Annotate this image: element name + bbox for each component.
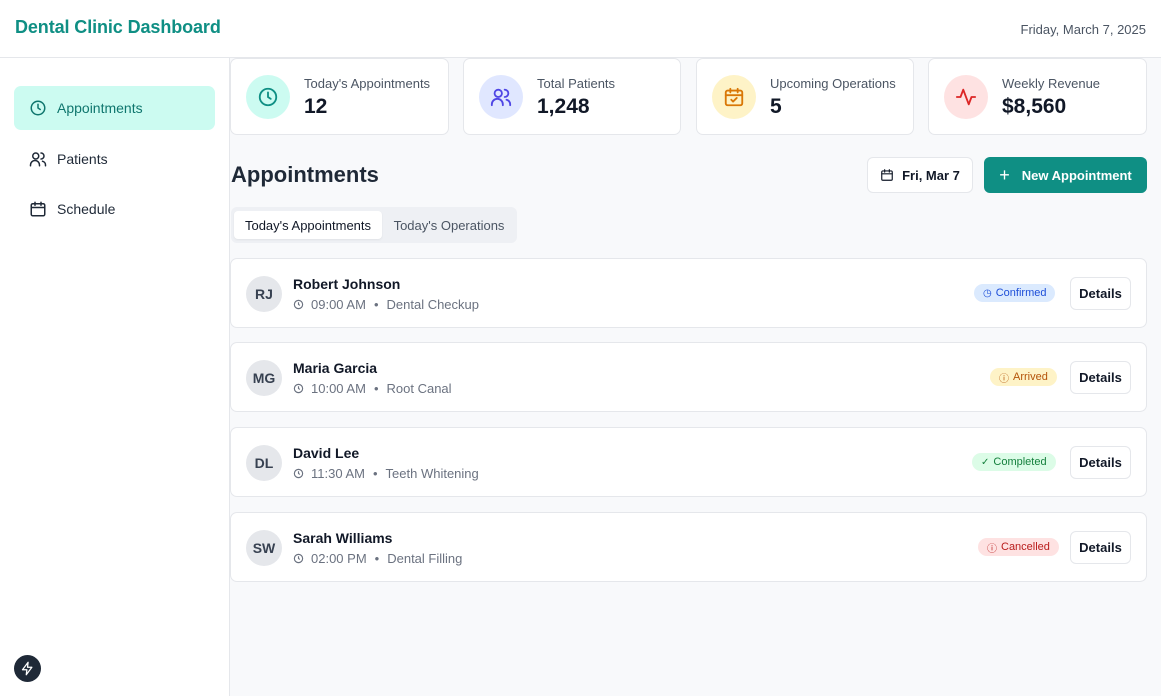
appointment-meta: 11:30 AM • Teeth Whitening (293, 466, 479, 481)
stat-value: $8,560 (1002, 95, 1067, 118)
check-icon: ✓ (981, 456, 990, 468)
lightning-icon[interactable] (14, 655, 41, 682)
clock-icon (293, 468, 304, 479)
calendar-icon (881, 169, 893, 181)
status-badge: ⓘ Arrived (990, 368, 1057, 386)
sidebar-item-label: Appointments (57, 100, 143, 116)
appointment-meta: 10:00 AM • Root Canal (293, 381, 452, 396)
status-label: Completed (993, 456, 1047, 468)
stat-card-patients: Total Patients 1,248 (463, 58, 681, 135)
appointment-time: 10:00 AM (311, 381, 366, 396)
appointment-service: Dental Filling (387, 551, 463, 566)
tab-todays-appointments[interactable]: Today's Appointments (234, 211, 382, 239)
clock-icon (29, 99, 47, 117)
stat-label: Today's Appointments (304, 76, 431, 91)
date-picker-button[interactable]: Fri, Mar 7 (867, 157, 973, 193)
avatar: SW (246, 530, 282, 566)
appointment-time: 09:00 AM (311, 297, 366, 312)
page-title: Appointments (231, 162, 379, 187)
new-button-label: New Appointment (1021, 167, 1132, 183)
sidebar-item-label: Patients (57, 151, 108, 167)
stat-card-appointments: Today's Appointments 12 (230, 58, 449, 135)
sidebar-item-appointments[interactable]: Appointments (14, 86, 215, 130)
users-icon (479, 75, 523, 119)
sidebar-item-patients[interactable]: Patients (14, 137, 215, 181)
alert-icon: ⓘ (999, 373, 1009, 385)
calendar-check-icon (712, 75, 756, 119)
status-badge: ◷ Confirmed (974, 284, 1056, 302)
appointment-service: Dental Checkup (386, 297, 480, 312)
details-button[interactable]: Details (1070, 277, 1131, 310)
clock-icon (246, 75, 290, 119)
current-date: Friday, March 7, 2025 (1020, 22, 1146, 37)
stat-label: Total Patients (537, 76, 616, 91)
patient-name: David Lee (293, 445, 360, 461)
clock-icon (293, 553, 304, 564)
activity-icon (944, 75, 988, 119)
patient-name: Maria Garcia (293, 360, 378, 376)
clock-icon (293, 383, 304, 394)
appointment-row: DL David Lee 11:30 AM • Teeth Whitening … (230, 427, 1147, 497)
sidebar-item-schedule[interactable]: Schedule (14, 187, 215, 231)
app-title: Dental Clinic Dashboard (15, 17, 221, 37)
plus-icon: + (999, 165, 1010, 185)
appointment-time: 02:00 PM (311, 551, 367, 566)
details-button[interactable]: Details (1070, 446, 1131, 479)
patient-name: Robert Johnson (293, 276, 401, 292)
status-label: Confirmed (995, 287, 1047, 299)
status-badge: ✓ Completed (972, 453, 1056, 471)
patient-name: Sarah Williams (293, 530, 393, 546)
stat-card-revenue: Weekly Revenue $8,560 (928, 58, 1147, 135)
sidebar-item-label: Schedule (57, 201, 116, 217)
avatar: RJ (246, 276, 282, 312)
appointment-meta: 02:00 PM • Dental Filling (293, 551, 462, 566)
x-circle-icon: ⓘ (987, 543, 997, 555)
top-bar: Dental Clinic Dashboard Friday, March 7,… (0, 0, 1161, 58)
stat-label: Upcoming Operations (770, 76, 896, 91)
stat-value: 1,248 (537, 95, 590, 118)
status-label: Cancelled (1001, 541, 1050, 553)
appointment-row: MG Maria Garcia 10:00 AM • Root Canal ⓘ … (230, 342, 1147, 412)
stat-value: 12 (304, 95, 328, 118)
stat-label: Weekly Revenue (1002, 76, 1101, 91)
clock-icon (293, 299, 304, 310)
stat-value: 5 (770, 95, 782, 118)
avatar: MG (246, 360, 282, 396)
sidebar: Appointments Patients Schedule (0, 58, 230, 696)
stat-card-operations: Upcoming Operations 5 (696, 58, 914, 135)
new-appointment-button[interactable]: + New Appointment (984, 157, 1147, 193)
status-label: Arrived (1013, 371, 1048, 383)
appointment-row: SW Sarah Williams 02:00 PM • Dental Fill… (230, 512, 1147, 582)
appointment-time: 11:30 AM (311, 466, 365, 481)
date-button-label: Fri, Mar 7 (902, 167, 960, 183)
details-button[interactable]: Details (1070, 531, 1131, 564)
tab-todays-operations[interactable]: Today's Operations (384, 211, 514, 239)
avatar: DL (246, 445, 282, 481)
appointment-row: RJ Robert Johnson 09:00 AM • Dental Chec… (230, 258, 1147, 328)
tabs: Today's Appointments Today's Operations (231, 207, 517, 243)
status-badge: ⓘ Cancelled (978, 538, 1059, 556)
calendar-icon (29, 200, 47, 218)
appointment-service: Root Canal (386, 381, 452, 396)
clock-icon: ◷ (983, 287, 992, 299)
details-button[interactable]: Details (1070, 361, 1131, 394)
users-icon (29, 150, 47, 168)
appointment-service: Teeth Whitening (385, 466, 479, 481)
appointment-meta: 09:00 AM • Dental Checkup (293, 297, 479, 312)
